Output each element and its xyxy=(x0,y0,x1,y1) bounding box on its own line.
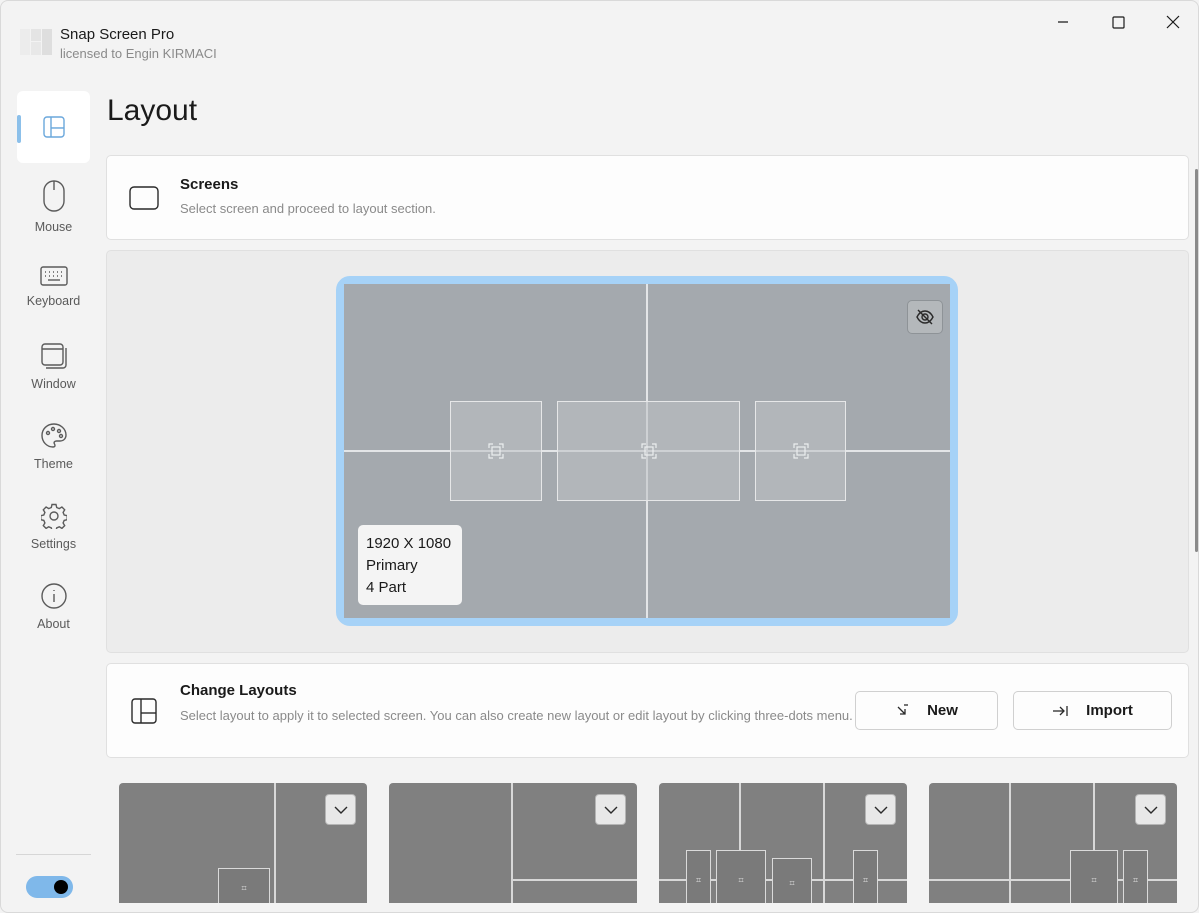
snap-icon xyxy=(640,443,657,459)
snap-zone: ⌗ xyxy=(716,850,766,903)
sidebar-item-theme[interactable]: Theme xyxy=(17,411,90,483)
active-indicator xyxy=(17,115,21,143)
sidebar-divider xyxy=(16,854,91,855)
layout-thumbnail[interactable]: ⌗ ⌗ xyxy=(929,783,1177,903)
screens-description: Select screen and proceed to layout sect… xyxy=(180,201,436,216)
mouse-icon xyxy=(42,180,65,212)
minimize-icon xyxy=(1058,21,1068,23)
chevron-down-icon xyxy=(1144,806,1157,814)
scrollbar[interactable] xyxy=(1195,169,1198,552)
app-logo xyxy=(20,29,52,55)
gear-icon xyxy=(40,503,67,529)
layout-divider xyxy=(274,783,276,903)
eye-off-icon xyxy=(916,309,934,325)
license-text: licensed to Engin KIRMACI xyxy=(60,46,217,61)
screens-card: Screens Select screen and proceed to lay… xyxy=(106,155,1189,240)
chevron-down-icon xyxy=(604,806,617,814)
sidebar-item-label: Theme xyxy=(34,457,73,471)
snap-zone[interactable] xyxy=(557,401,740,501)
screens-title: Screens xyxy=(180,176,239,193)
layout-divider xyxy=(511,783,513,903)
layout-menu-button[interactable] xyxy=(325,794,356,825)
monitor-primary[interactable]: 1920 X 1080 Primary 4 Part xyxy=(336,276,958,626)
layout-thumbnail[interactable]: ⌗ ⌗ ⌗ ⌗ xyxy=(659,783,907,903)
chevron-down-icon xyxy=(334,806,347,814)
change-layouts-title: Change Layouts xyxy=(180,682,297,699)
sidebar-item-label: Keyboard xyxy=(26,294,81,308)
monitor-preview: 1920 X 1080 Primary 4 Part xyxy=(344,284,950,618)
sidebar-item-about[interactable]: About xyxy=(17,571,90,643)
sidebar-item-label: About xyxy=(37,617,70,631)
title-bar: Snap Screen Pro licensed to Engin KIRMAC… xyxy=(1,1,1198,71)
layout-menu-button[interactable] xyxy=(595,794,626,825)
monitor-role: Primary xyxy=(366,557,418,574)
sidebar-item-layout[interactable] xyxy=(17,91,90,163)
change-layouts-description: Select layout to apply it to selected sc… xyxy=(180,708,853,723)
layout-thumbnail[interactable]: ⌗ xyxy=(119,783,367,903)
monitor-parts: 4 Part xyxy=(366,579,407,596)
monitor-info-badge: 1920 X 1080 Primary 4 Part xyxy=(358,525,462,605)
layout-icon xyxy=(42,116,65,138)
info-icon xyxy=(40,583,67,609)
monitor-resolution: 1920 X 1080 xyxy=(366,535,452,552)
layout-icon xyxy=(131,698,157,729)
sidebar-item-keyboard[interactable]: Keyboard xyxy=(17,251,90,323)
snap-icon xyxy=(792,443,809,459)
page-title: Layout xyxy=(107,94,198,127)
layout-menu-button[interactable] xyxy=(865,794,896,825)
import-layout-button[interactable]: Import xyxy=(1013,691,1172,730)
import-layout-label: Import xyxy=(1086,702,1133,719)
maximize-button[interactable] xyxy=(1095,7,1141,37)
import-icon xyxy=(1053,705,1068,716)
snap-zone: ⌗ xyxy=(853,850,878,903)
layout-menu-button[interactable] xyxy=(1135,794,1166,825)
snap-zone[interactable] xyxy=(450,401,542,501)
snap-zone: ⌗ xyxy=(1070,850,1118,903)
snap-zone: ⌗ xyxy=(1123,850,1148,903)
keyboard-icon xyxy=(39,266,68,286)
layout-divider xyxy=(1009,783,1011,903)
minimize-button[interactable] xyxy=(1040,7,1086,37)
snap-icon xyxy=(488,443,504,459)
app-window: Snap Screen Pro licensed to Engin KIRMAC… xyxy=(0,0,1199,913)
window-icon xyxy=(40,343,67,369)
app-title: Snap Screen Pro xyxy=(60,26,175,43)
close-button[interactable] xyxy=(1150,7,1196,37)
snap-zone[interactable] xyxy=(755,401,846,501)
close-icon xyxy=(1166,15,1180,29)
new-icon xyxy=(897,703,909,715)
snap-zone: ⌗ xyxy=(772,858,812,903)
toggle-knob xyxy=(54,880,68,894)
new-layout-label: New xyxy=(927,702,958,719)
layout-divider xyxy=(823,783,825,903)
layout-divider xyxy=(511,879,637,881)
sidebar-item-label: Mouse xyxy=(34,220,73,234)
snap-zone: ⌗ xyxy=(686,850,711,903)
new-layout-button[interactable]: New xyxy=(855,691,998,730)
sidebar-item-label: Window xyxy=(31,377,76,391)
sidebar-item-window[interactable]: Window xyxy=(17,331,90,403)
chevron-down-icon xyxy=(874,806,887,814)
screen-icon xyxy=(129,186,159,215)
sidebar-item-settings[interactable]: Settings xyxy=(17,491,90,563)
layout-thumbnail[interactable] xyxy=(389,783,637,903)
snap-zone: ⌗ xyxy=(218,868,270,903)
palette-icon xyxy=(40,423,67,448)
maximize-icon xyxy=(1111,15,1125,29)
sidebar-item-mouse[interactable]: Mouse xyxy=(17,171,90,243)
theme-toggle[interactable] xyxy=(26,876,73,898)
sidebar-item-label: Settings xyxy=(30,537,77,551)
hide-screen-button[interactable] xyxy=(907,300,943,334)
sidebar: Mouse Keyboard Window Theme Settings Abo… xyxy=(1,89,106,912)
